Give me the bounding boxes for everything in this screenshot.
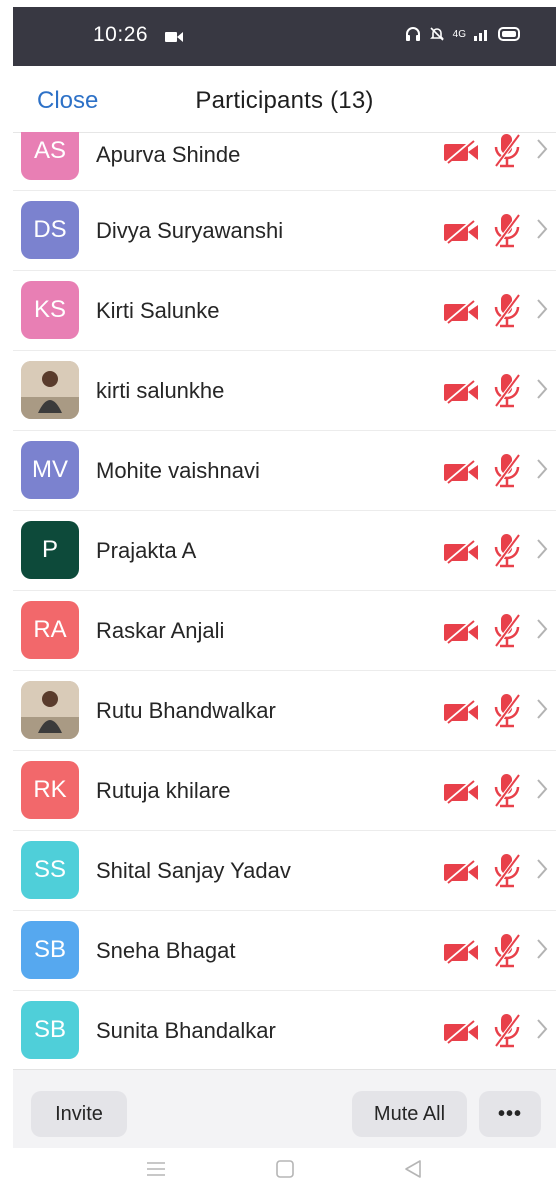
mic-muted-icon [489, 132, 525, 175]
avatar: MV [21, 441, 79, 499]
mic-muted-icon [489, 852, 525, 895]
participant-row[interactable]: MV Mohite vaishnavi [13, 431, 556, 511]
more-options-button[interactable]: ••• [479, 1091, 541, 1137]
participant-name: Rutuja khilare [96, 778, 231, 803]
participant-row[interactable]: Rutu Bhandwalkar [13, 671, 556, 751]
video-off-icon [442, 539, 480, 569]
video-off-icon [442, 459, 480, 489]
avatar: SB [21, 921, 79, 979]
avatar [21, 361, 79, 419]
avatar: RA [21, 601, 79, 659]
participant-name: Apurva Shinde [96, 142, 241, 167]
participant-name: Sunita Bhandalkar [96, 1018, 276, 1043]
avatar [21, 681, 79, 739]
mic-muted-icon [489, 1012, 525, 1055]
participant-name: Mohite vaishnavi [96, 458, 260, 483]
participant-row[interactable]: KS Kirti Salunke [13, 271, 556, 351]
participant-name: kirti salunkhe [96, 378, 225, 403]
participant-row[interactable]: AS Apurva Shinde [13, 132, 556, 191]
mic-muted-icon [489, 452, 525, 495]
participant-row[interactable]: DS Divya Suryawanshi [13, 191, 556, 271]
network-type: 4G [452, 28, 466, 40]
system-nav-bar [0, 1148, 556, 1195]
chevron-right-icon[interactable] [535, 297, 549, 326]
participant-name: Raskar Anjali [96, 618, 225, 643]
mic-muted-icon [489, 692, 525, 735]
mic-muted-icon [489, 612, 525, 655]
headphones-icon [405, 27, 420, 41]
bottom-toolbar: Invite Mute All ••• [13, 1069, 556, 1149]
video-off-icon [442, 859, 480, 889]
chevron-right-icon[interactable] [535, 857, 549, 886]
video-off-icon [442, 779, 480, 809]
avatar: KS [21, 281, 79, 339]
video-off-icon [442, 379, 480, 409]
mic-muted-icon [489, 292, 525, 335]
chevron-right-icon[interactable] [535, 937, 549, 966]
participant-name: Shital Sanjay Yadav [96, 858, 291, 883]
video-off-icon [442, 1019, 480, 1049]
mute-all-button[interactable]: Mute All [352, 1091, 467, 1137]
mic-muted-icon [489, 532, 525, 575]
mic-muted-icon [489, 212, 525, 255]
participant-name: Divya Suryawanshi [96, 218, 284, 243]
chevron-right-icon[interactable] [535, 777, 549, 806]
avatar: SS [21, 841, 79, 899]
signal-icon [474, 30, 487, 41]
status-icons: 4G [405, 26, 522, 42]
chevron-right-icon[interactable] [535, 377, 549, 406]
chevron-right-icon[interactable] [535, 457, 549, 486]
status-bar: 10:26 4G [13, 7, 556, 66]
video-off-icon [442, 619, 480, 649]
chevron-right-icon[interactable] [535, 697, 549, 726]
back-icon[interactable] [402, 1158, 424, 1180]
participants-list[interactable]: AS Apurva Shinde DS Divya Suryawanshi KS Kirt… [13, 132, 556, 1069]
menu-icon[interactable] [145, 1158, 167, 1180]
participant-row[interactable]: SS Shital Sanjay Yadav [13, 831, 556, 911]
participant-row[interactable]: SB Sneha Bhagat [13, 911, 556, 991]
status-time: 10:26 [93, 23, 149, 46]
invite-button[interactable]: Invite [31, 1091, 127, 1137]
participant-row[interactable]: P Prajakta A [13, 511, 556, 591]
alarm-muted-icon [429, 27, 444, 41]
participant-row[interactable]: RK Rutuja khilare [13, 751, 556, 831]
mic-muted-icon [489, 772, 525, 815]
chevron-right-icon[interactable] [535, 217, 549, 246]
page-title: Participants (13) [195, 87, 374, 114]
participant-name: Prajakta A [96, 538, 197, 563]
video-off-icon [442, 699, 480, 729]
avatar: DS [21, 201, 79, 259]
video-recording-icon [165, 32, 183, 42]
participant-row[interactable]: SB Sunita Bhandalkar [13, 991, 556, 1069]
chevron-right-icon[interactable] [535, 617, 549, 646]
participant-row[interactable]: kirti salunkhe [13, 351, 556, 431]
chevron-right-icon[interactable] [535, 137, 549, 166]
avatar: P [21, 521, 79, 579]
battery-icon [498, 27, 520, 41]
avatar: SB [21, 1001, 79, 1059]
avatar: AS [21, 132, 79, 180]
chevron-right-icon[interactable] [535, 537, 549, 566]
mic-muted-icon [489, 372, 525, 415]
chevron-right-icon[interactable] [535, 1017, 549, 1046]
video-off-icon [442, 219, 480, 249]
video-off-icon [442, 939, 480, 969]
participant-name: Kirti Salunke [96, 298, 220, 323]
video-off-icon [442, 299, 480, 329]
home-icon[interactable] [274, 1158, 296, 1180]
video-off-icon [442, 139, 480, 169]
participant-row[interactable]: RA Raskar Anjali [13, 591, 556, 671]
participant-name: Rutu Bhandwalkar [96, 698, 276, 723]
mic-muted-icon [489, 932, 525, 975]
participant-name: Sneha Bhagat [96, 938, 236, 963]
avatar: RK [21, 761, 79, 819]
participants-header: Close Participants (13) [13, 66, 556, 133]
